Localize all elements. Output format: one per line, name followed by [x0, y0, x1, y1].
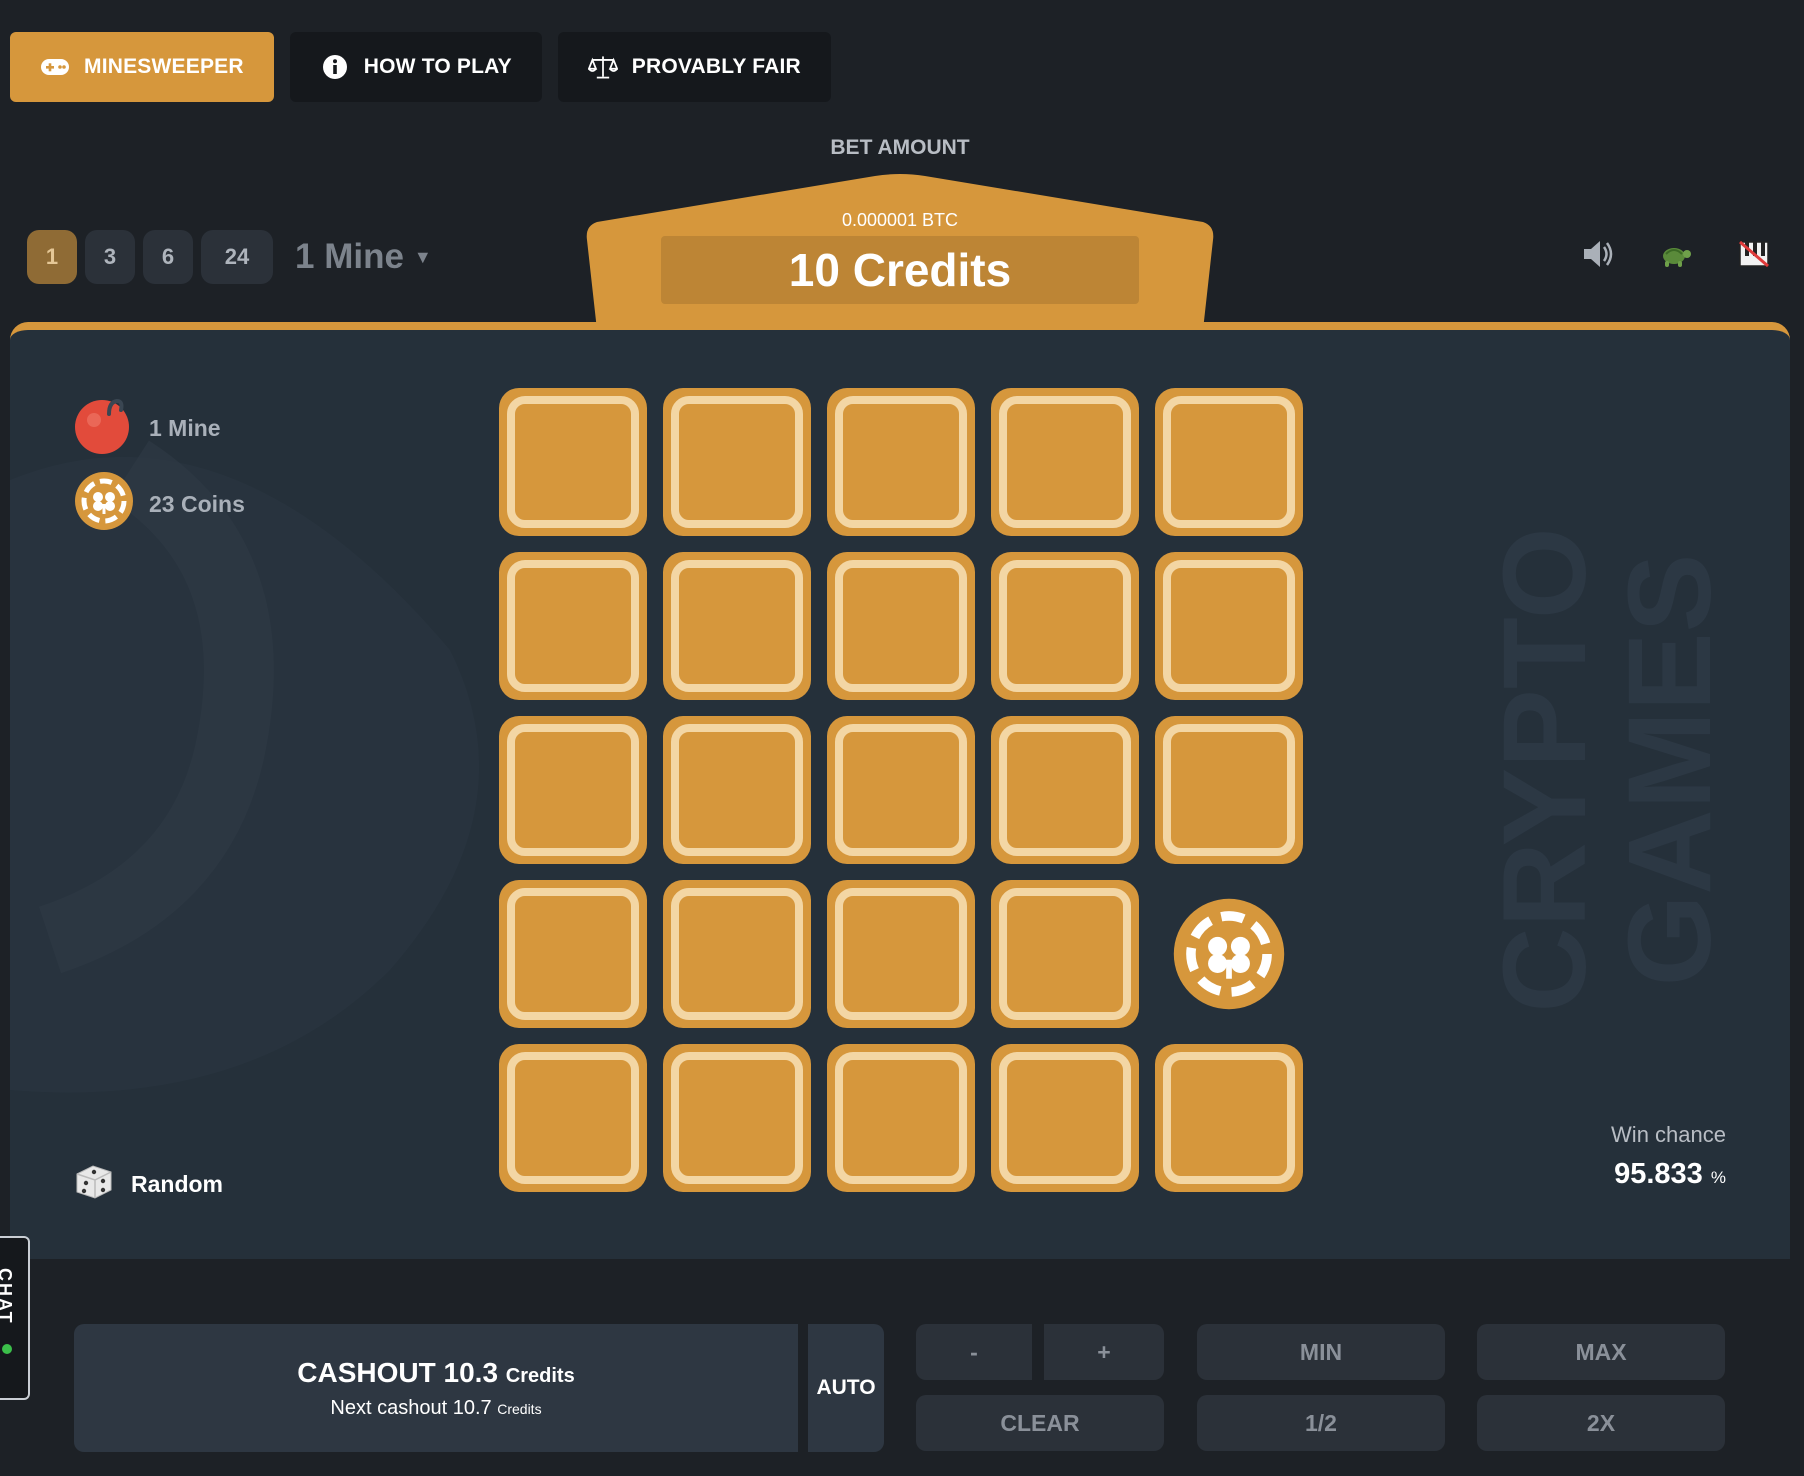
game-board: CRYPTO GAMES 1 Mine 23 Coins Random Win … [10, 322, 1790, 1259]
grid-tile[interactable] [663, 1044, 811, 1192]
grid-tile[interactable] [499, 1044, 647, 1192]
cashout-prefix: CASHOUT [297, 1356, 436, 1388]
bet-clear-button[interactable]: CLEAR [916, 1395, 1164, 1451]
random-button[interactable]: Random [73, 1160, 223, 1208]
grid-tile[interactable] [663, 716, 811, 864]
mine-count-selector: 1 3 6 24 1 Mine ▼ [27, 230, 432, 284]
grid-tile[interactable] [1155, 1044, 1303, 1192]
tab-how-to-play[interactable]: HOW TO PLAY [289, 32, 542, 102]
tab-provably-fair[interactable]: PROVABLY FAIR [557, 32, 831, 102]
bet-amount-label: BET AMOUNT [830, 136, 970, 159]
grid-tile[interactable] [499, 880, 647, 1028]
grid-tile[interactable] [991, 880, 1139, 1028]
cashout-button[interactable]: CASHOUT 10.3 Credits Next cashout 10.7 C… [74, 1324, 798, 1452]
online-status-dot [2, 1344, 12, 1354]
win-chance-label: Win chance [1611, 1122, 1726, 1147]
next-cashout-unit: Credits [497, 1400, 542, 1417]
bet-max-button[interactable]: MAX [1477, 1324, 1725, 1380]
clover-coin-icon [1173, 898, 1285, 1010]
chat-tab[interactable]: CHAT [0, 1236, 30, 1400]
gamepad-icon [40, 52, 70, 82]
mine-count-dropdown-label: 1 Mine [295, 237, 404, 276]
grid-tile[interactable] [663, 552, 811, 700]
scale-icon [587, 52, 618, 82]
grid-tile[interactable] [827, 552, 975, 700]
legend-mines: 1 Mine [73, 394, 221, 462]
grid-tile[interactable] [499, 388, 647, 536]
tab-provably-fair-label: PROVABLY FAIR [631, 55, 801, 78]
grid-tile[interactable] [499, 716, 647, 864]
grid-tile[interactable] [827, 1044, 975, 1192]
grid-tile[interactable] [1155, 388, 1303, 536]
cashout-amount: CASHOUT 10.3 Credits [297, 1357, 574, 1389]
next-cashout-prefix: Next cashout [330, 1396, 448, 1419]
grid-tile-revealed-coin[interactable] [1155, 880, 1303, 1028]
grid-tile[interactable] [827, 716, 975, 864]
grid-tile[interactable] [827, 388, 975, 536]
tab-minesweeper-label: MINESWEEPER [84, 55, 244, 78]
turtle-icon[interactable] [1658, 236, 1694, 272]
win-chance: Win chance 95.833 % [1611, 1122, 1726, 1191]
bomb-icon [73, 394, 135, 462]
bet-controls: CASHOUT 10.3 Credits Next cashout 10.7 C… [0, 1259, 1804, 1476]
grid-tile[interactable] [663, 388, 811, 536]
grid-tile[interactable] [991, 716, 1139, 864]
tab-minesweeper[interactable]: MINESWEEPER [10, 32, 274, 102]
grid-tile[interactable] [827, 880, 975, 1028]
mine-option-24[interactable]: 24 [201, 230, 273, 284]
tab-how-to-play-label: HOW TO PLAY [363, 55, 512, 78]
bet-credits-input[interactable]: 10 Credits [661, 236, 1139, 304]
music-off-icon[interactable] [1736, 236, 1772, 272]
legend-mines-label: 1 Mine [149, 414, 221, 441]
mine-option-6[interactable]: 6 [143, 230, 193, 284]
legend-coins: 23 Coins [73, 470, 245, 538]
win-chance-value: 95.833 % [1611, 1158, 1726, 1191]
clover-coin-icon [73, 470, 135, 538]
grid-tile[interactable] [663, 880, 811, 1028]
win-chance-unit: % [1710, 1168, 1726, 1187]
next-cashout-value: 10.7 [452, 1396, 492, 1419]
mine-option-3[interactable]: 3 [85, 230, 135, 284]
bet-half-button[interactable]: 1/2 [1197, 1395, 1445, 1451]
random-label: Random [131, 1170, 223, 1197]
grid-tile[interactable] [991, 1044, 1139, 1192]
cashout-unit: Credits [505, 1364, 575, 1387]
chat-label: CHAT [0, 1268, 15, 1325]
settings-icons [1580, 236, 1772, 272]
grid-tile[interactable] [991, 388, 1139, 536]
cashout-value: 10.3 [443, 1356, 499, 1388]
watermark-games: GAMES [1604, 554, 1736, 987]
auto-button[interactable]: AUTO [808, 1324, 884, 1452]
bet-double-button[interactable]: 2X [1477, 1395, 1725, 1451]
legend-coins-label: 23 Coins [149, 490, 245, 517]
grid-tile[interactable] [499, 552, 647, 700]
grid-tile[interactable] [991, 552, 1139, 700]
watermark-crypto: CRYPTO [1479, 527, 1611, 1012]
mine-count-dropdown[interactable]: 1 Mine ▼ [295, 237, 432, 277]
bet-increase-button[interactable]: + [1044, 1324, 1164, 1380]
mine-grid [499, 388, 1303, 1192]
bet-min-button[interactable]: MIN [1197, 1324, 1445, 1380]
grid-tile[interactable] [1155, 552, 1303, 700]
speaker-icon[interactable] [1580, 236, 1616, 272]
info-icon [320, 52, 350, 82]
bet-decrease-button[interactable]: - [916, 1324, 1032, 1380]
caret-down-icon: ▼ [413, 246, 432, 267]
mine-option-1[interactable]: 1 [27, 230, 77, 284]
grid-tile[interactable] [1155, 716, 1303, 864]
dice-icon [73, 1160, 115, 1208]
next-cashout: Next cashout 10.7 Credits [330, 1397, 541, 1420]
game-tabs: MINESWEEPER HOW TO PLAY PROVABLY FAIR [10, 32, 831, 102]
bet-btc-value: 0.000001 BTC [841, 210, 959, 230]
win-chance-number: 95.833 [1614, 1158, 1703, 1190]
